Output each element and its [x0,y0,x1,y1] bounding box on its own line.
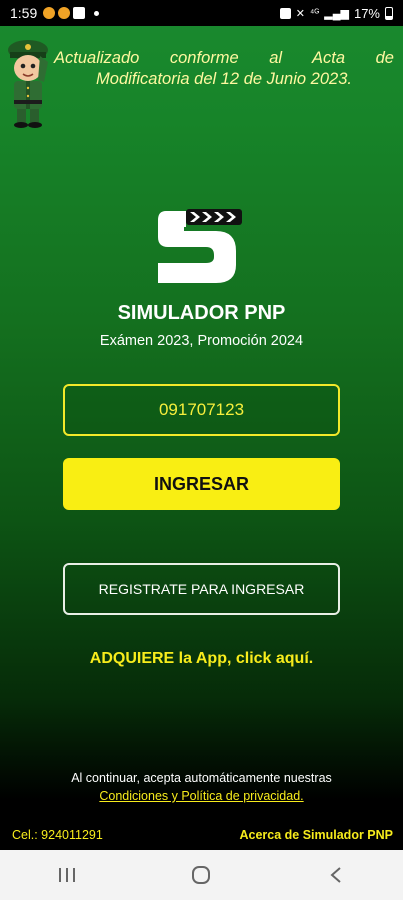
home-icon [192,866,211,884]
more-notifications-icon [94,10,100,16]
recent-apps-icon [59,868,76,882]
login-button[interactable]: INGRESAR [63,458,340,510]
update-notice-line1: Actualizado conforme al Acta de [54,49,394,67]
update-notice: Actualizado conforme al Acta de Modifica… [54,48,394,90]
notification-icon [58,7,71,19]
update-notice-line2: Modificatoria del 12 de Junio 2023. [96,70,352,88]
app-subtitle: Exámen 2023, Promoción 2024 [99,333,304,349]
app-screen: 1:59 ✕ ⁴ᴳ ▂▄▆ 17% Actualizado conforme a… [0,0,403,900]
back-button[interactable] [316,855,356,895]
register-button[interactable]: REGISTRATE PARA INGRESAR [63,563,340,615]
back-icon [330,867,341,883]
terms-link-row: Condiciones y Política de privacidad. [0,787,403,805]
alarm-icon [279,7,291,19]
app-icon [73,7,86,19]
status-bar: 1:59 ✕ ⁴ᴳ ▂▄▆ 17% [0,0,403,26]
wifi-icon: ⁴ᴳ [309,7,320,19]
police-mascot-icon [8,40,48,128]
status-time: 1:59 [10,5,38,21]
home-button[interactable] [181,855,221,895]
battery-icon [385,6,393,20]
terms-notice: Al continuar, acepta automáticamente nue… [71,771,332,785]
notification-icon [43,7,56,19]
mute-icon: ✕ [295,7,305,20]
contact-phone[interactable]: Cel.: 924011291 [12,828,103,842]
privacy-policy-link[interactable]: Condiciones y Política de privacidad. [99,789,303,803]
system-nav-bar [0,850,403,900]
app-logo-icon [158,209,242,283]
battery-text: 17% [353,5,380,21]
about-link[interactable]: Acerca de Simulador PNP [239,828,393,842]
app-title: SIMULADOR PNP [117,302,286,324]
signal-icon: ▂▄▆ [324,7,349,20]
buy-app-link[interactable]: ADQUIERE la App, click aquí. [0,650,403,668]
access-code-input[interactable]: 091707123 [63,384,340,436]
recent-apps-button[interactable] [47,855,87,895]
